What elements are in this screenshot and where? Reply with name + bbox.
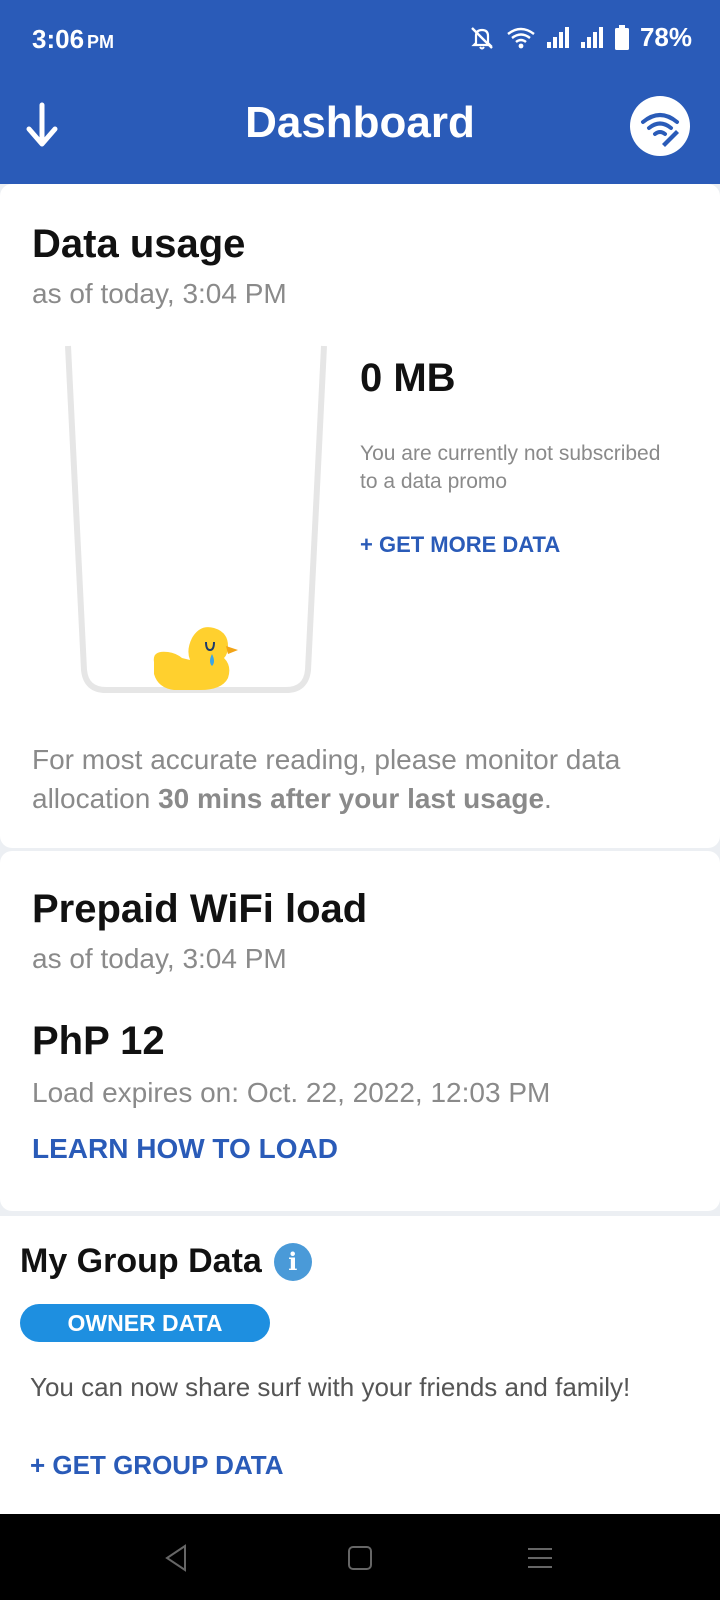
group-data-section: My Group Data i OWNER DATA You can now s…: [0, 1216, 720, 1514]
data-promo-note: You are currently not subscribed to a da…: [360, 442, 661, 493]
accuracy-note-end: .: [544, 783, 552, 814]
back-button[interactable]: [154, 1536, 198, 1580]
battery-percent: 78%: [639, 22, 692, 52]
wifi-icon: [506, 25, 536, 51]
group-data-title: My Group Data: [20, 1242, 262, 1280]
status-time-ampm: PM: [87, 32, 115, 52]
learn-how-to-load-link[interactable]: LEARN HOW TO LOAD: [32, 1133, 338, 1165]
data-usage-title: Data usage: [32, 222, 246, 266]
data-cup-graphic: [60, 340, 340, 710]
get-group-data-button[interactable]: + GET GROUP DATA: [30, 1450, 284, 1481]
accuracy-note-emphasis: 30 mins after your last usage: [158, 783, 545, 814]
dashboard-content[interactable]: Data usage as of today, 3:04 PM 0 MB You…: [0, 184, 720, 1514]
crying-duck-icon: [150, 620, 240, 697]
get-more-data-button[interactable]: + GET MORE DATA: [360, 532, 560, 558]
group-data-header: My Group Data i: [20, 1242, 312, 1281]
app-bar: Dashboard: [0, 80, 720, 184]
mute-icon: [468, 24, 496, 52]
data-usage-timestamp: as of today, 3:04 PM: [32, 278, 287, 309]
wifi-tool-icon: [641, 113, 679, 147]
back-triangle-icon: [165, 1544, 186, 1572]
system-nav-bar: [0, 1514, 720, 1600]
signal-icon: [580, 26, 604, 50]
status-time: 3:06 PM: [32, 24, 114, 55]
menu-lines-icon: [528, 1548, 552, 1568]
prepaid-load-card: Prepaid WiFi load as of today, 3:04 PM P…: [0, 851, 720, 1211]
load-amount: PhP 12: [32, 1019, 165, 1063]
signal-icon: [546, 26, 570, 50]
share-text: You can now share surf with your friends…: [30, 1372, 631, 1402]
info-icon[interactable]: i: [273, 1242, 312, 1281]
status-bar: 3:06 PM 78%: [0, 0, 720, 80]
battery-icon: [614, 24, 630, 51]
menu-button[interactable]: [518, 1536, 562, 1580]
owner-data-pill[interactable]: OWNER DATA: [20, 1304, 270, 1342]
prepaid-title: Prepaid WiFi load: [32, 887, 368, 931]
home-square-icon: [348, 1546, 372, 1570]
page-title: Dashboard: [245, 98, 475, 147]
data-usage-value: 0 MB: [360, 356, 456, 400]
status-icons: 78%: [468, 22, 692, 53]
status-time-value: 3:06: [32, 24, 85, 54]
load-expiry: Load expires on: Oct. 22, 2022, 12:03 PM: [32, 1077, 551, 1108]
prepaid-timestamp: as of today, 3:04 PM: [32, 943, 287, 974]
wifi-tool-button[interactable]: [630, 96, 690, 156]
accuracy-note: For most accurate reading, please monito…: [32, 740, 692, 818]
home-button[interactable]: [338, 1536, 382, 1580]
data-usage-card: Data usage as of today, 3:04 PM 0 MB You…: [0, 184, 720, 848]
